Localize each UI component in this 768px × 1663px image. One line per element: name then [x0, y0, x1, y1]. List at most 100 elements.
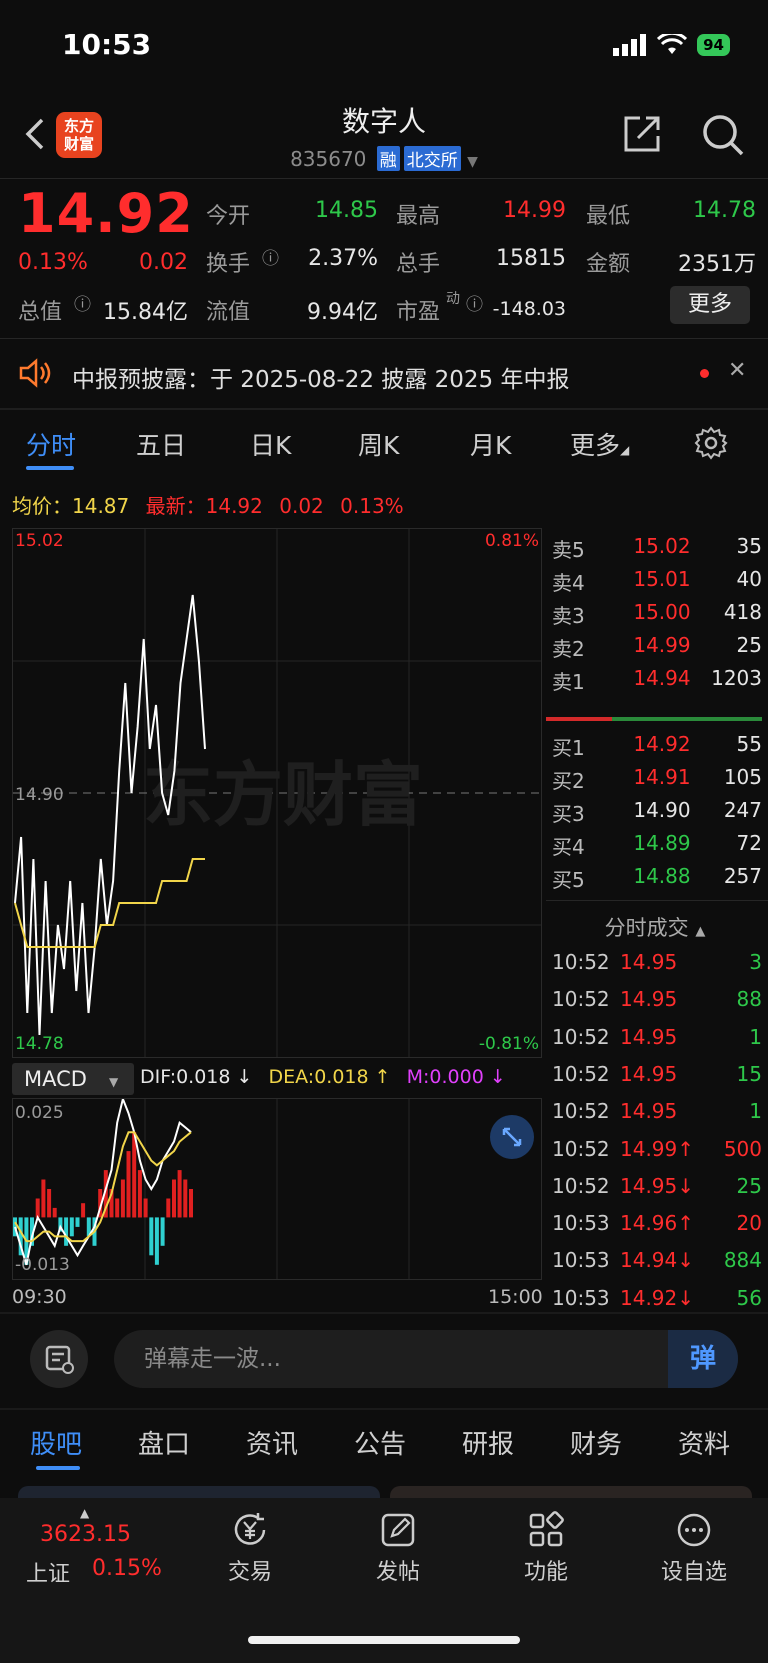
- turnover-label: 换手: [206, 252, 251, 277]
- signal-icon: [613, 34, 647, 56]
- tab-underline: [26, 466, 74, 470]
- trade-volume: 500: [723, 1136, 762, 1161]
- macd-bar: [47, 1189, 52, 1218]
- ask-row[interactable]: 卖5 15.02 35: [552, 534, 762, 568]
- nav-add-watchlist[interactable]: 设自选: [634, 1510, 754, 1586]
- trade-volume: 884: [723, 1248, 762, 1273]
- macd-bar: [132, 1132, 137, 1218]
- ask-row[interactable]: 卖4 15.01 40: [552, 567, 762, 601]
- bid-label: 买2: [552, 769, 585, 793]
- tab-daily-k[interactable]: 日K: [250, 426, 291, 462]
- trade-time: 10:52: [552, 1136, 610, 1161]
- btab-underline: [36, 1466, 80, 1470]
- ask-row[interactable]: 卖3 15.00 418: [552, 600, 762, 634]
- margin-tag: 融: [376, 146, 400, 171]
- index-value[interactable]: 3623.15: [40, 1522, 131, 1547]
- pe-label: 市盈: [396, 300, 441, 325]
- ask-label: 卖4: [552, 571, 585, 595]
- btab-level[interactable]: 盘口: [138, 1424, 190, 1461]
- notice-text[interactable]: 中报预披露：于 2025-08-22 披露 2025 年中报: [72, 360, 569, 394]
- info-icon[interactable]: ⓘ: [466, 290, 483, 315]
- btab-research[interactable]: 研报: [462, 1424, 514, 1461]
- bid-volume: 257: [723, 864, 762, 888]
- pct-axis-max: 0.81%: [484, 531, 539, 551]
- speaker-icon: [19, 358, 51, 388]
- danmaku-toggle-button[interactable]: 弹: [668, 1330, 738, 1388]
- nav-post[interactable]: 发帖: [338, 1510, 458, 1586]
- trades-header[interactable]: 分时成交 ▲: [560, 912, 750, 942]
- trade-volume: 56: [736, 1285, 762, 1310]
- more-button[interactable]: 更多: [670, 286, 750, 324]
- btab-news[interactable]: 资讯: [246, 1424, 298, 1461]
- ask-row[interactable]: 卖2 14.99 25: [552, 633, 762, 667]
- bid-label: 买3: [552, 802, 585, 826]
- trade-time: 10:52: [552, 1024, 610, 1049]
- wifi-icon: [657, 34, 688, 54]
- trade-price: 14.96↑: [620, 1211, 695, 1236]
- tab-weekly-k[interactable]: 周K: [358, 426, 399, 462]
- nav-trade[interactable]: 交易: [190, 1510, 310, 1586]
- dropdown-icon[interactable]: ▼: [467, 154, 478, 170]
- btab-finance[interactable]: 财务: [570, 1424, 622, 1461]
- low-value: 14.78: [693, 198, 756, 223]
- search-icon[interactable]: [700, 112, 746, 158]
- btab-announcements[interactable]: 公告: [354, 1424, 406, 1461]
- index-name[interactable]: 上证: [26, 1556, 70, 1588]
- y-axis-max: 15.02: [15, 531, 64, 551]
- gear-icon[interactable]: [694, 426, 728, 460]
- bid-row[interactable]: 买3 14.90 247: [552, 798, 762, 832]
- ask-row[interactable]: 卖1 14.94 1203: [552, 666, 762, 700]
- close-icon[interactable]: ✕: [728, 358, 746, 383]
- battery-icon: 94: [697, 34, 730, 56]
- pe-value: -148.03: [492, 298, 566, 320]
- pe-superscript: 动: [446, 291, 460, 307]
- share-icon[interactable]: [620, 112, 664, 156]
- tab-intraday[interactable]: 分时: [26, 426, 76, 462]
- macd-bar: [177, 1170, 182, 1218]
- danmaku-settings-icon: [45, 1345, 74, 1374]
- macd-bar: [64, 1217, 69, 1246]
- macd-bar: [137, 1170, 142, 1218]
- tab-5day[interactable]: 五日: [136, 426, 186, 462]
- btab-forum[interactable]: 股吧: [30, 1424, 82, 1461]
- intraday-chart[interactable]: 东方财富 15.02 14.90 14.78 0.81% -0.81%: [12, 528, 542, 1058]
- macd-chart[interactable]: 0.025 -0.013: [12, 1098, 542, 1280]
- comment-settings-button[interactable]: [30, 1330, 88, 1388]
- index-percent[interactable]: 0.15%: [92, 1556, 162, 1581]
- trade-row: 10:52 14.95 3: [552, 950, 762, 987]
- bid-price: 14.88: [633, 864, 691, 888]
- macd-y-min: -0.013: [15, 1255, 70, 1275]
- macd-bar: [143, 1198, 148, 1218]
- divider: [546, 900, 768, 901]
- ask-price: 15.02: [633, 534, 691, 558]
- btab-profile[interactable]: 资料: [678, 1424, 730, 1461]
- trade-row: 10:52 14.95 15: [552, 1062, 762, 1099]
- macd-bar: [183, 1179, 188, 1218]
- y-axis-min: 14.78: [15, 1034, 64, 1054]
- more-circle-icon: [677, 1513, 711, 1547]
- trade-time: 10:53: [552, 1248, 610, 1273]
- turnover-value: 2.37%: [308, 246, 378, 271]
- nav-functions[interactable]: 功能: [486, 1510, 606, 1586]
- stock-code: 835670: [290, 147, 367, 171]
- bid-row[interactable]: 买1 14.92 55: [552, 732, 762, 766]
- high-value: 14.99: [503, 198, 566, 223]
- tab-more[interactable]: 更多◢: [570, 426, 629, 462]
- bid-row[interactable]: 买2 14.91 105: [552, 765, 762, 799]
- bid-label: 买1: [552, 736, 585, 760]
- info-icon[interactable]: ⓘ: [262, 244, 279, 269]
- info-icon[interactable]: ⓘ: [74, 290, 91, 315]
- time-axis-start: 09:30: [12, 1286, 67, 1308]
- expand-button[interactable]: [490, 1115, 534, 1159]
- bid-row[interactable]: 买5 14.88 257: [552, 864, 762, 898]
- tab-monthly-k[interactable]: 月K: [470, 426, 511, 462]
- bid-row[interactable]: 买4 14.89 72: [552, 831, 762, 865]
- caret-up-icon: ▲: [80, 1506, 90, 1520]
- price-summary: 均价：14.87 最新：14.92 0.02 0.13%: [12, 494, 404, 518]
- trade-volume: 20: [736, 1211, 762, 1236]
- danmaku-input[interactable]: 弹幕走一波...: [114, 1330, 738, 1388]
- trade-row: 10:52 14.95 1: [552, 1099, 762, 1136]
- pct-axis-min: -0.81%: [478, 1034, 539, 1054]
- indicator-select[interactable]: MACD ▼: [12, 1063, 134, 1095]
- trade-time: 10:53: [552, 1211, 610, 1236]
